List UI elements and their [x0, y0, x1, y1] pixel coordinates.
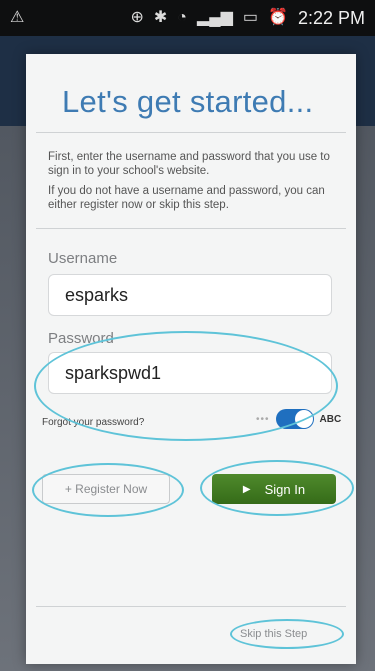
intro-text: First, enter the username and password t…: [48, 151, 330, 177]
wifi-icon: ◔: [177, 9, 187, 26]
alarm-icon: ⏰: [268, 9, 288, 26]
toggle-label: ABC: [319, 413, 342, 425]
status-bar: ⚠ ⊕ ✱ ◔ ▂▄▆ ▭ ⏰ 2:22 PM: [0, 0, 375, 36]
username-field[interactable]: esparks: [48, 274, 332, 316]
signal-icon: ▂▄▆: [196, 9, 233, 26]
gps-icon: ⊕: [130, 9, 144, 26]
warning-triangle-icon: ⚠: [10, 9, 25, 26]
username-label: Username: [48, 250, 118, 267]
intro-divider: [36, 228, 346, 229]
annotation-ellipse-password: [34, 331, 338, 441]
title-divider: [36, 132, 346, 133]
annotation-ellipse-skip: [230, 619, 344, 649]
battery-icon: ▭: [242, 9, 259, 26]
annotation-ellipse-register: [32, 463, 184, 517]
status-time: 2:22 PM: [297, 7, 365, 28]
annotation-ellipse-sign-in: [200, 460, 354, 516]
page-title: Let's get started...: [62, 84, 314, 119]
intro-text-secondary: If you do not have a username and passwo…: [48, 185, 325, 211]
bluetooth-icon: ✱: [153, 9, 168, 26]
footer-divider: [36, 606, 346, 607]
